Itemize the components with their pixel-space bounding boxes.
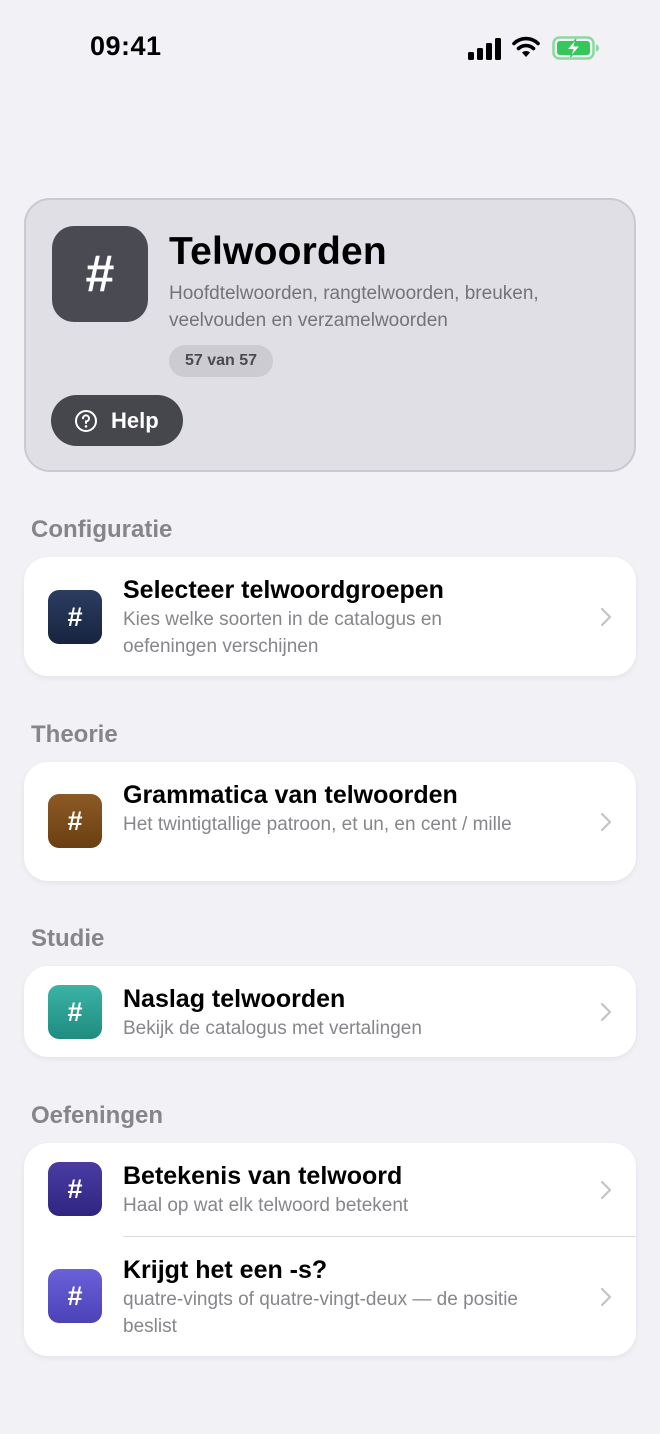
chevron-right-icon xyxy=(600,1002,612,1022)
list-item-reference[interactable]: # Naslag telwoorden Bekijk de catalogus … xyxy=(24,966,636,1057)
list-item-subtitle: Haal op wat elk telwoord betekent xyxy=(123,1195,409,1216)
card-configuratie: # Selecteer telwoordgroepen Kies welke s… xyxy=(24,557,636,676)
status-time: 09:41 xyxy=(90,31,162,61)
list-item-select-groups[interactable]: # Selecteer telwoordgroepen Kies welke s… xyxy=(24,557,636,676)
cellular-signal-icon xyxy=(468,38,501,60)
status-bar: 09:41 xyxy=(0,0,660,96)
battery-charging-icon xyxy=(552,36,599,60)
chevron-right-icon xyxy=(600,1180,612,1200)
card-studie: # Naslag telwoorden Bekijk de catalogus … xyxy=(24,966,636,1057)
page-title: Telwoorden xyxy=(169,230,387,273)
section-header-theorie: Theorie xyxy=(31,721,118,748)
question-circle-icon xyxy=(75,409,97,432)
list-item-title: Selecteer telwoordgroepen xyxy=(123,576,444,604)
list-item-s-plural[interactable]: # Krijgt het een -s? quatre-vingts of qu… xyxy=(24,1237,636,1356)
section-header-studie: Studie xyxy=(31,925,105,952)
progress-badge: 57 van 57 xyxy=(169,345,274,377)
hash-icon: # xyxy=(48,1269,102,1323)
page-subtitle: Hoofdtelwoorden, rangtelwoorden, breuken… xyxy=(169,283,539,331)
hash-icon: # xyxy=(48,590,102,644)
hash-icon: # xyxy=(48,1162,102,1216)
list-item-meaning[interactable]: # Betekenis van telwoord Haal op wat elk… xyxy=(24,1143,636,1236)
list-item-subtitle: Bekijk de catalogus met vertalingen xyxy=(123,1018,422,1039)
card-theorie: # Grammatica van telwoorden Het twintigt… xyxy=(24,762,636,881)
help-label: Help xyxy=(111,407,159,433)
list-item-subtitle: Kies welke soorten in de catalogus en oe… xyxy=(123,609,442,657)
hash-icon: # xyxy=(48,794,102,848)
hash-icon: # xyxy=(52,226,148,322)
hash-icon: # xyxy=(48,985,102,1039)
list-item-title: Betekenis van telwoord xyxy=(123,1162,403,1190)
chevron-right-icon xyxy=(600,812,612,832)
list-item-grammar[interactable]: # Grammatica van telwoorden Het twintigt… xyxy=(24,762,636,881)
wifi-icon xyxy=(512,36,540,57)
list-item-subtitle: Het twintigtallige patroon, et un, en ce… xyxy=(123,814,512,835)
list-item-title: Naslag telwoorden xyxy=(123,985,346,1013)
list-item-subtitle: quatre-vingts of quatre-vingt-deux — de … xyxy=(123,1289,518,1337)
list-item-title: Krijgt het een -s? xyxy=(123,1256,328,1284)
list-item-title: Grammatica van telwoorden xyxy=(123,781,458,809)
help-button[interactable]: Help xyxy=(51,395,183,446)
chevron-right-icon xyxy=(600,1287,612,1307)
section-header-configuratie: Configuratie xyxy=(31,516,173,543)
chevron-right-icon xyxy=(600,607,612,627)
card-oefeningen: # Betekenis van telwoord Haal op wat elk… xyxy=(24,1143,636,1356)
section-header-oefeningen: Oefeningen xyxy=(31,1102,164,1129)
topic-header-card: # Telwoorden Hoofdtelwoorden, rangtelwoo… xyxy=(24,198,636,472)
